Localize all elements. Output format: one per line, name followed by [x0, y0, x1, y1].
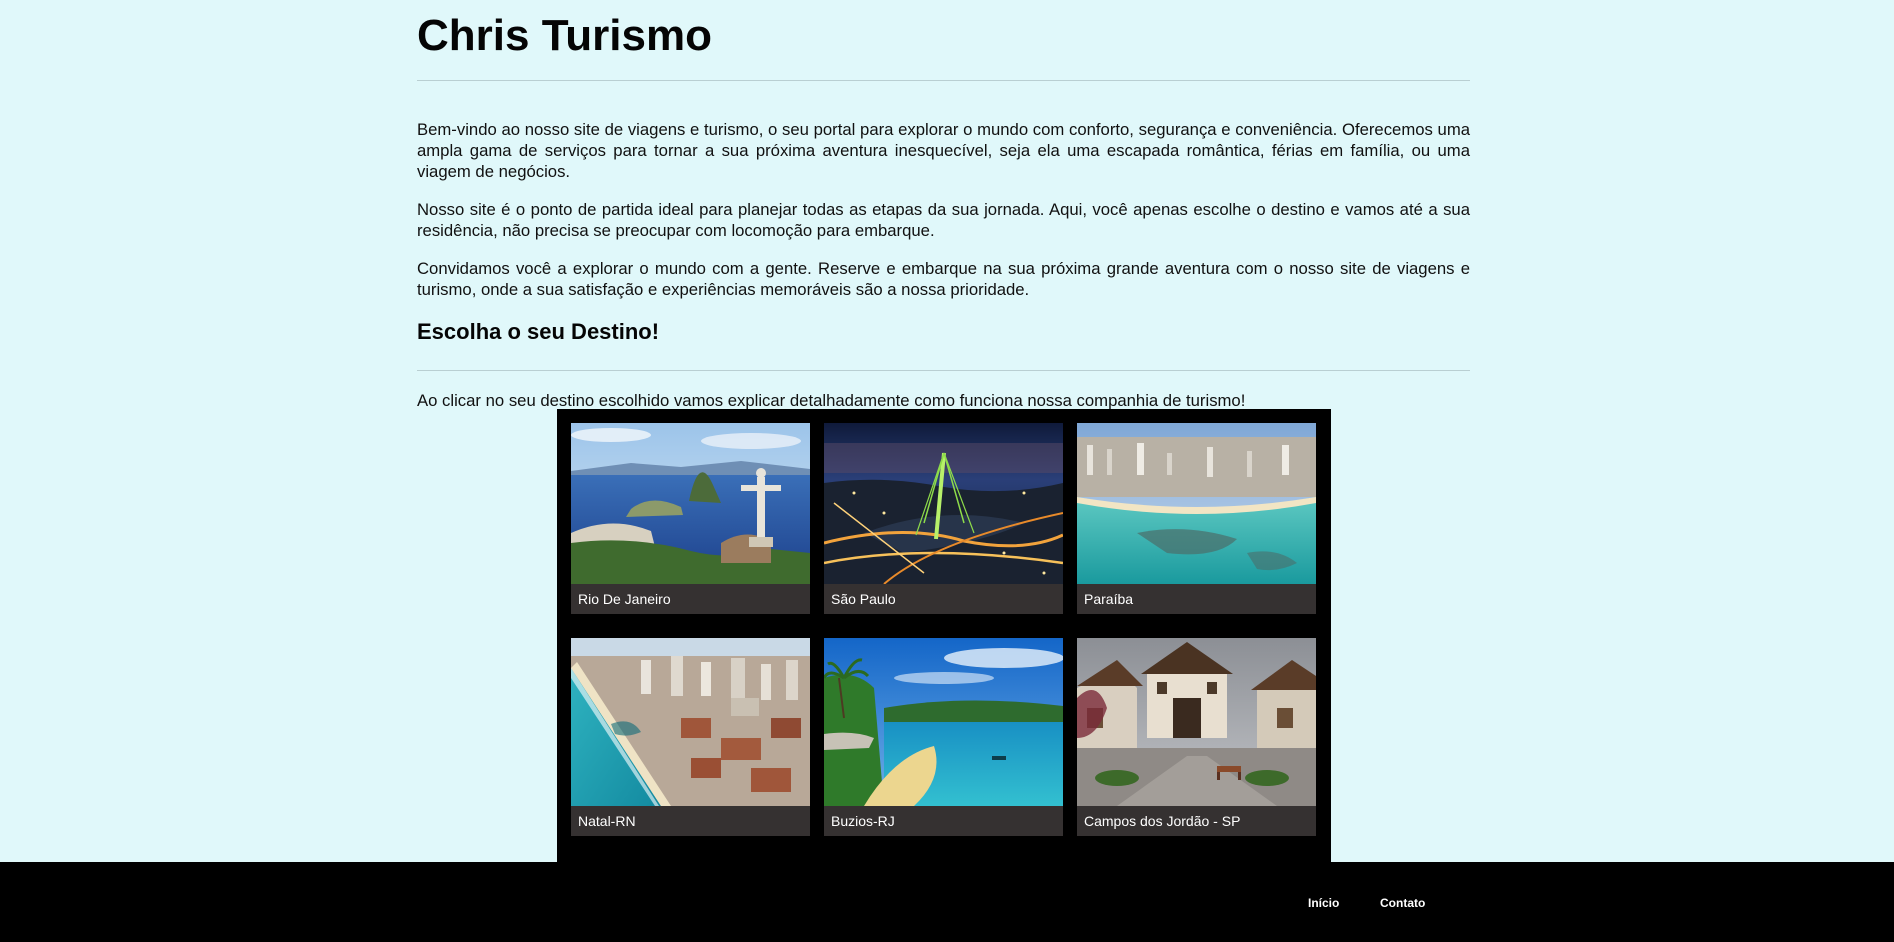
- natal-rn-photo: [571, 638, 810, 806]
- destination-label: Natal-RN: [578, 813, 636, 829]
- destinations-gallery: Rio De Janeiro São Paulo Paraíba Natal-R…: [557, 409, 1331, 862]
- intro-paragraph-3: Convidamos você a explorar o mundo com a…: [417, 259, 1470, 299]
- destination-label: São Paulo: [831, 591, 896, 607]
- title-divider: [417, 80, 1470, 81]
- destination-label: Paraíba: [1084, 591, 1134, 607]
- intro-paragraph-1: Bem-vindo ao nosso site de viagens e tur…: [417, 120, 1470, 181]
- destination-card-sao-paulo[interactable]: São Paulo: [824, 423, 1063, 614]
- destinations-divider: [417, 370, 1470, 371]
- intro-paragraph-2: Nosso site é o ponto de partida ideal pa…: [417, 200, 1470, 240]
- destination-label: Campos dos Jordão - SP: [1084, 813, 1241, 829]
- destination-card-paraiba[interactable]: Paraíba: [1077, 423, 1316, 614]
- buzios-rj-photo: [824, 638, 1063, 806]
- destination-label: Rio De Janeiro: [578, 591, 671, 607]
- destination-card-rio-de-janeiro[interactable]: Rio De Janeiro: [571, 423, 810, 614]
- destination-card-campos-dos-jordao-sp[interactable]: Campos dos Jordão - SP: [1077, 638, 1316, 836]
- destination-card-natal-rn[interactable]: Natal-RN: [571, 638, 810, 836]
- footer-link-inicio[interactable]: Início: [1308, 896, 1339, 910]
- main-content: Chris Turismo Bem-vindo ao nosso site de…: [417, 0, 1470, 411]
- sao-paulo-photo: [824, 423, 1063, 584]
- campos-dos-jordao-sp-photo: [1077, 638, 1316, 806]
- footer-link-contato[interactable]: Contato: [1380, 896, 1425, 910]
- site-title: Chris Turismo: [417, 11, 713, 60]
- destinations-heading: Escolha o seu Destino!: [417, 319, 660, 344]
- footer: Início Contato: [0, 862, 1894, 942]
- destination-card-buzios-rj[interactable]: Buzios-RJ: [824, 638, 1063, 836]
- intro-text: Bem-vindo ao nosso site de viagens e tur…: [417, 119, 1470, 300]
- paraiba-photo: [1077, 423, 1316, 584]
- rio-de-janeiro-photo: [571, 423, 810, 584]
- destination-label: Buzios-RJ: [831, 813, 895, 829]
- destinations-subtitle: Ao clicar no seu destino escolhido vamos…: [417, 391, 1246, 410]
